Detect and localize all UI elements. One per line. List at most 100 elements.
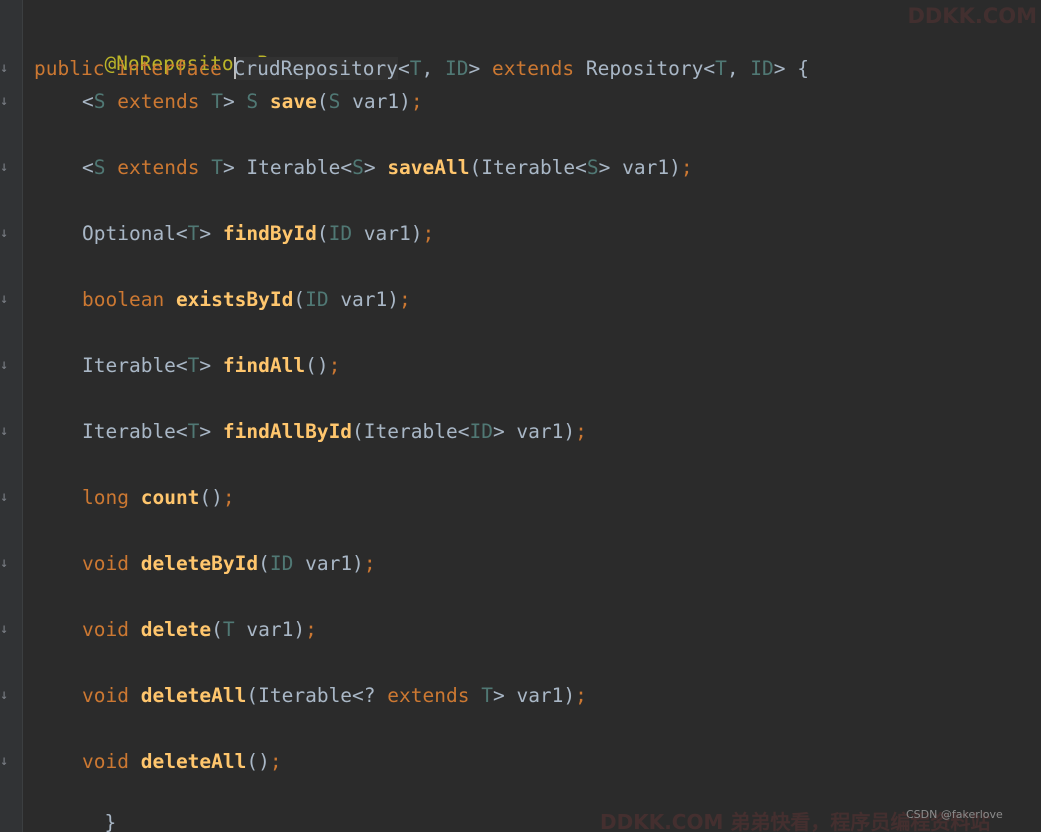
method-name: existsById xyxy=(175,288,294,311)
type-param-token: S xyxy=(93,90,106,113)
type-param-token: ID xyxy=(469,420,493,443)
code-token: > xyxy=(199,222,223,245)
watermark-top: DDKK.COM xyxy=(907,4,1037,28)
code-token: < xyxy=(82,90,94,113)
code-token: > xyxy=(199,420,223,443)
keyword-token: void xyxy=(82,750,129,773)
method-name: deleteAll xyxy=(140,684,247,707)
keyword-token: ; xyxy=(575,420,587,443)
implementation-marker-icon[interactable]: ↓ xyxy=(0,160,8,174)
code-token: > var1) xyxy=(492,684,576,707)
code-token: Optional< xyxy=(82,222,188,245)
implementation-marker-icon[interactable]: ↓ xyxy=(0,424,8,438)
code-token: < xyxy=(82,156,94,179)
keyword-token: ; xyxy=(305,618,317,641)
code-token: (Iterable<? xyxy=(246,684,388,707)
keyword-token: ; xyxy=(575,684,587,707)
code-token: var1) xyxy=(234,618,306,641)
keyword-token: void xyxy=(82,684,129,707)
keyword-token: boolean xyxy=(82,288,165,311)
keyword-interface: interface xyxy=(116,57,222,80)
implementation-marker-icon[interactable]: ↓ xyxy=(0,754,8,768)
keyword-token: ; xyxy=(269,750,282,773)
type-param-token: T xyxy=(187,420,200,443)
type-param-t: T xyxy=(409,57,422,80)
code-token: ( xyxy=(316,90,329,113)
code-token: > xyxy=(199,354,223,377)
keyword-extends: extends xyxy=(491,57,575,80)
implementation-marker-icon[interactable]: ↓ xyxy=(0,94,8,108)
code-token: ( xyxy=(293,288,306,311)
editor-gutter: ↓ ↓ ↓ ↓ ↓ ↓ ↓ ↓ ↓ ↓ ↓ ↓ xyxy=(0,0,23,832)
type-param-token: T xyxy=(211,90,223,113)
code-token: () xyxy=(199,486,223,509)
code-token: > Iterable< xyxy=(222,156,353,179)
implementation-marker-icon[interactable]: ↓ xyxy=(0,61,8,75)
implementation-marker-icon[interactable]: ↓ xyxy=(0,226,8,240)
type-param-token: S xyxy=(246,90,259,113)
implementation-marker-icon[interactable]: ↓ xyxy=(0,292,8,306)
implementation-marker-icon[interactable]: ↓ xyxy=(0,490,8,504)
code-line-method: void deleteAll(Iterable<? extends T> var… xyxy=(34,682,587,710)
code-line-method: boolean existsById(ID var1); xyxy=(34,286,411,314)
type-param-token: ID xyxy=(328,222,353,245)
method-name: deleteById xyxy=(140,552,259,575)
type-param-id: ID xyxy=(444,57,469,80)
code-line-interface-declaration: public interface CrudRepository<T, ID> e… xyxy=(34,57,810,80)
type-param-token: S xyxy=(328,90,341,113)
code-line-closing-brace: } xyxy=(34,781,116,832)
method-name: count xyxy=(140,486,200,509)
keyword-token: ; xyxy=(422,222,435,245)
code-token: var1) xyxy=(340,90,411,113)
type-param-token: T xyxy=(187,354,200,377)
keyword-token: extends xyxy=(387,684,470,707)
keyword-token: ; xyxy=(680,156,693,179)
code-token: > var1) xyxy=(492,420,576,443)
keyword-token: ; xyxy=(399,288,411,311)
code-token: > var1) xyxy=(598,156,681,179)
method-name: findAllById xyxy=(222,420,353,443)
type-param-token: ID xyxy=(269,552,294,575)
keyword-public: public xyxy=(34,57,105,80)
method-name: save xyxy=(269,90,317,113)
implementation-marker-icon[interactable]: ↓ xyxy=(0,556,8,570)
code-editor[interactable]: ↓ ↓ ↓ ↓ ↓ ↓ ↓ ↓ ↓ ↓ ↓ ↓ @NoRepositoryBea… xyxy=(0,0,1041,832)
code-token: ( xyxy=(211,618,223,641)
code-token: var1) xyxy=(352,222,423,245)
method-name: saveAll xyxy=(387,156,470,179)
keyword-token: ; xyxy=(328,354,341,377)
method-name: deleteAll xyxy=(140,750,247,773)
code-line-method: <S extends T> Iterable<S> saveAll(Iterab… xyxy=(34,154,693,182)
implementation-marker-icon[interactable]: ↓ xyxy=(0,358,8,372)
type-param-token: T xyxy=(187,222,200,245)
keyword-token: extends xyxy=(117,90,200,113)
keyword-token: ; xyxy=(222,486,235,509)
type-param-token: ID xyxy=(305,288,329,311)
code-token: (Iterable< xyxy=(469,156,587,179)
keyword-token: ; xyxy=(363,552,376,575)
code-line-method: void deleteById(ID var1); xyxy=(34,550,376,578)
type-param-token: T xyxy=(211,156,223,179)
implementation-marker-icon[interactable]: ↓ xyxy=(0,622,8,636)
type-param-token: T xyxy=(222,618,235,641)
open-brace: { xyxy=(797,57,810,80)
interface-name: rudRepository xyxy=(245,57,398,80)
parent-interface-name: Repository xyxy=(585,57,704,80)
keyword-token: ; xyxy=(410,90,423,113)
code-token: () xyxy=(305,354,329,377)
keyword-token: extends xyxy=(117,156,200,179)
type-param-token: S xyxy=(352,156,364,179)
implementation-marker-icon[interactable]: ↓ xyxy=(0,688,8,702)
code-line-annotation: @NoRepositoryBean xyxy=(34,22,304,75)
code-token: Iterable< xyxy=(82,354,188,377)
code-line-method: <S extends T> S save(S var1); xyxy=(34,88,423,116)
